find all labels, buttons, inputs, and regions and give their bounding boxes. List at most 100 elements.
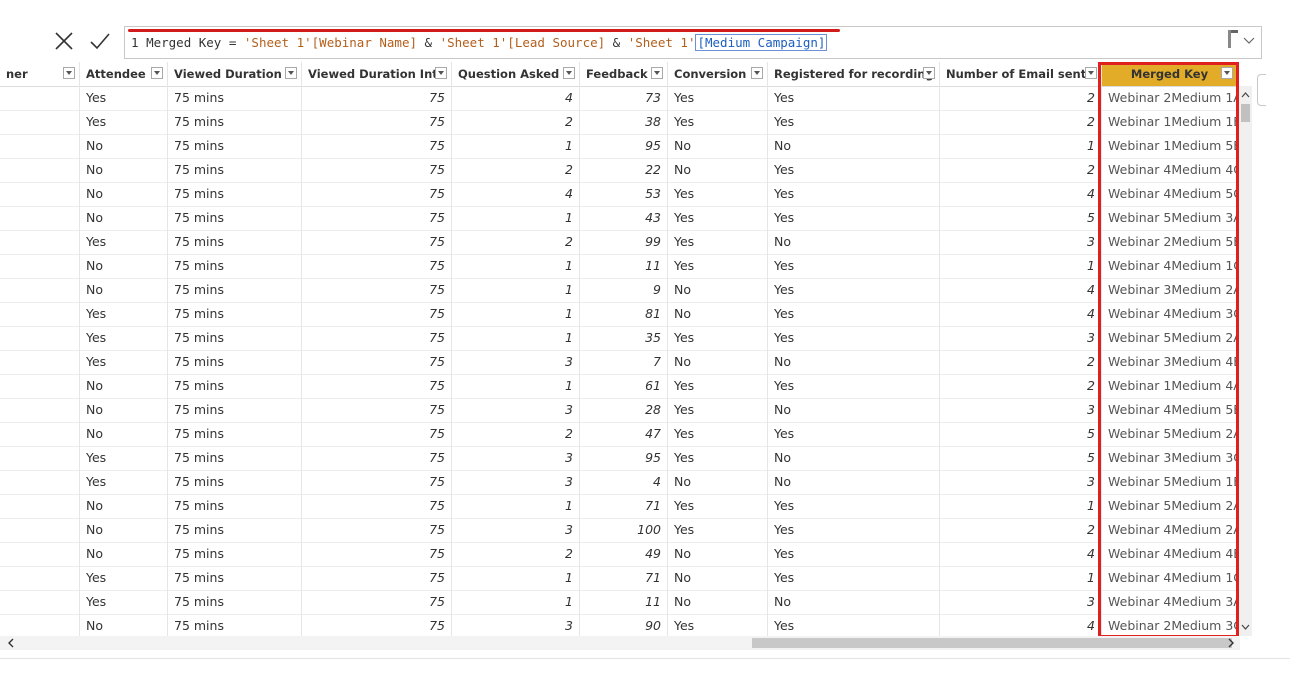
chevron-left-icon[interactable] <box>4 636 18 650</box>
table-cell-c2[interactable]: 75 mins <box>168 254 302 278</box>
table-row[interactable]: Yes 75 mins 75 1 35 Yes Yes 3 Webinar 5Medium 2A <box>0 326 1250 351</box>
table-cell-c3[interactable]: 75 <box>302 470 452 494</box>
table-cell-c7[interactable]: No <box>768 446 940 470</box>
table-cell-c7[interactable]: No <box>768 398 940 422</box>
table-cell-c2[interactable]: 75 mins <box>168 398 302 422</box>
table-cell-c1[interactable]: Yes <box>80 446 168 470</box>
filter-dropdown-icon[interactable] <box>751 67 763 79</box>
table-cell-c5[interactable]: 7 <box>580 350 668 374</box>
table-cell-c9[interactable]: Webinar 1Medium 5B <box>1102 134 1238 158</box>
table-cell-c1[interactable]: No <box>80 398 168 422</box>
table-cell-c7[interactable]: Yes <box>768 86 940 110</box>
table-cell-c3[interactable]: 75 <box>302 350 452 374</box>
table-cell-c5[interactable]: 43 <box>580 206 668 230</box>
table-row[interactable]: Yes 75 mins 75 3 95 Yes No 5 Webinar 3Medium 3C <box>0 446 1250 471</box>
table-row[interactable]: Yes 75 mins 75 2 99 Yes No 3 Webinar 2Medium 5B <box>0 230 1250 255</box>
table-cell-c1[interactable]: Yes <box>80 230 168 254</box>
table-cell-c8[interactable]: 1 <box>940 134 1102 158</box>
table-cell[interactable] <box>0 326 80 350</box>
table-cell-c3[interactable]: 75 <box>302 518 452 542</box>
table-cell-c3[interactable]: 75 <box>302 422 452 446</box>
table-cell-c9[interactable]: Webinar 4Medium 4C <box>1102 158 1238 182</box>
table-cell-c4[interactable]: 1 <box>452 134 580 158</box>
table-cell-c9[interactable]: Webinar 1Medium 1B <box>1102 110 1238 134</box>
table-cell-c6[interactable]: Yes <box>668 374 768 398</box>
table-cell-c7[interactable]: No <box>768 350 940 374</box>
table-cell-c6[interactable]: Yes <box>668 230 768 254</box>
table-cell-c1[interactable]: No <box>80 134 168 158</box>
table-cell-c2[interactable]: 75 mins <box>168 614 302 636</box>
table-cell-c7[interactable]: Yes <box>768 374 940 398</box>
table-row[interactable]: No 75 mins 75 3 90 Yes Yes 4 Webinar 2Medium 3C <box>0 614 1250 636</box>
table-cell-c8[interactable]: 3 <box>940 326 1102 350</box>
table-cell-c8[interactable]: 5 <box>940 446 1102 470</box>
table-cell-c9[interactable]: Webinar 5Medium 2A <box>1102 494 1238 518</box>
table-row[interactable]: Yes 75 mins 75 2 38 Yes Yes 2 Webinar 1Medium 1B <box>0 110 1250 135</box>
table-cell-c7[interactable]: Yes <box>768 422 940 446</box>
table-cell-c4[interactable]: 1 <box>452 374 580 398</box>
table-cell-c3[interactable]: 75 <box>302 326 452 350</box>
table-cell[interactable] <box>0 542 80 566</box>
table-cell[interactable] <box>0 254 80 278</box>
table-cell-c3[interactable]: 75 <box>302 230 452 254</box>
horizontal-scrollbar[interactable] <box>0 636 1240 650</box>
table-cell-c1[interactable]: Yes <box>80 590 168 614</box>
table-cell[interactable] <box>0 182 80 206</box>
table-cell[interactable] <box>0 470 80 494</box>
table-cell-c5[interactable]: 71 <box>580 494 668 518</box>
table-cell-c4[interactable]: 2 <box>452 110 580 134</box>
table-cell-c6[interactable]: Yes <box>668 182 768 206</box>
table-cell-c7[interactable]: Yes <box>768 518 940 542</box>
filter-dropdown-icon[interactable] <box>1221 67 1233 79</box>
table-cell-c7[interactable]: Yes <box>768 614 940 636</box>
table-cell-c2[interactable]: 75 mins <box>168 350 302 374</box>
table-cell-c4[interactable]: 3 <box>452 518 580 542</box>
check-icon[interactable] <box>86 27 114 55</box>
table-cell-c8[interactable]: 2 <box>940 350 1102 374</box>
table-cell-c6[interactable]: No <box>668 158 768 182</box>
table-cell-c8[interactable]: 1 <box>940 494 1102 518</box>
table-cell-c8[interactable]: 4 <box>940 614 1102 636</box>
table-cell-c6[interactable]: No <box>668 470 768 494</box>
filter-dropdown-icon[interactable] <box>923 67 935 79</box>
table-cell-c5[interactable]: 47 <box>580 422 668 446</box>
table-cell-c9[interactable]: Webinar 4Medium 1C <box>1102 566 1238 590</box>
filter-dropdown-icon[interactable] <box>63 67 75 79</box>
table-cell-c1[interactable]: No <box>80 542 168 566</box>
table-cell-c1[interactable]: Yes <box>80 110 168 134</box>
vertical-scrollbar[interactable] <box>1239 86 1252 636</box>
table-cell-c8[interactable]: 4 <box>940 182 1102 206</box>
table-cell-c3[interactable]: 75 <box>302 494 452 518</box>
table-cell-c3[interactable]: 75 <box>302 446 452 470</box>
table-cell[interactable] <box>0 590 80 614</box>
column-header-c5[interactable]: Feedback <box>580 62 668 86</box>
table-row[interactable]: No 75 mins 75 3 28 Yes No 3 Webinar 4Medium 5B <box>0 398 1250 423</box>
table-cell[interactable] <box>0 206 80 230</box>
table-cell-c4[interactable]: 2 <box>452 542 580 566</box>
expand-formula-icon[interactable] <box>1208 28 1262 50</box>
table-cell-c1[interactable]: Yes <box>80 302 168 326</box>
table-cell-c4[interactable]: 1 <box>452 302 580 326</box>
column-header-c7[interactable]: Registered for recording <box>768 62 940 86</box>
table-cell-c1[interactable]: No <box>80 422 168 446</box>
table-cell-c2[interactable]: 75 mins <box>168 566 302 590</box>
table-row[interactable]: Yes 75 mins 75 1 11 No No 3 Webinar 4Medium 3A <box>0 590 1250 615</box>
table-cell-c1[interactable]: No <box>80 182 168 206</box>
x-icon[interactable] <box>50 27 78 55</box>
table-cell-c8[interactable]: 4 <box>940 302 1102 326</box>
table-cell[interactable] <box>0 302 80 326</box>
table-cell-c1[interactable]: Yes <box>80 470 168 494</box>
table-cell-c2[interactable]: 75 mins <box>168 518 302 542</box>
table-cell-c9[interactable]: Webinar 4Medium 2A <box>1102 518 1238 542</box>
table-cell-c8[interactable]: 5 <box>940 206 1102 230</box>
table-cell-c9[interactable]: Webinar 4Medium 5B <box>1102 398 1238 422</box>
table-cell-c7[interactable]: No <box>768 590 940 614</box>
table-cell-c4[interactable]: 4 <box>452 86 580 110</box>
table-cell-c7[interactable]: No <box>768 230 940 254</box>
table-cell-c2[interactable]: 75 mins <box>168 230 302 254</box>
table-cell-c5[interactable]: 73 <box>580 86 668 110</box>
table-cell[interactable] <box>0 518 80 542</box>
table-row[interactable]: No 75 mins 75 1 61 Yes Yes 2 Webinar 1Medium 4A <box>0 374 1250 399</box>
column-header-c8[interactable]: Number of Email sent <box>940 62 1102 86</box>
table-cell-c7[interactable]: Yes <box>768 302 940 326</box>
